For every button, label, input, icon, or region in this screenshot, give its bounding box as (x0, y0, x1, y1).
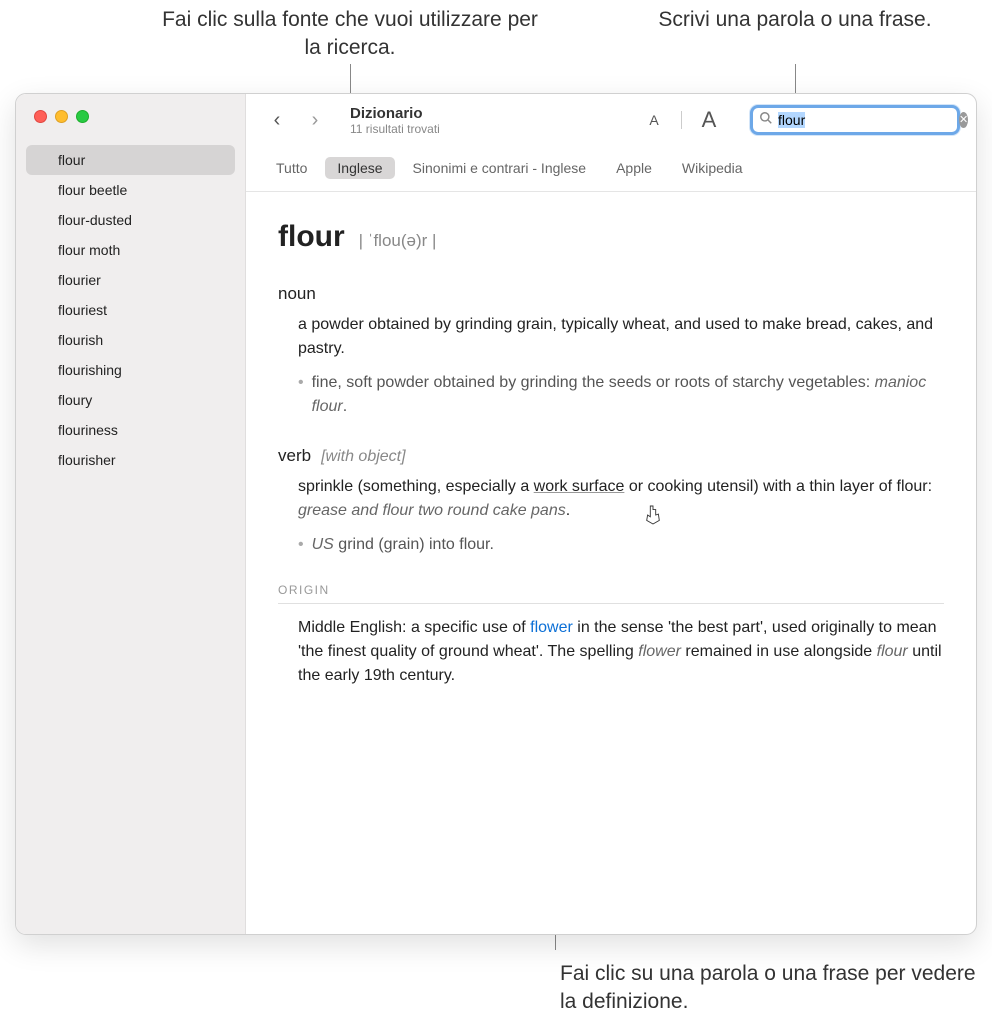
sidebar-item-result[interactable]: flour (26, 145, 235, 175)
verb-definition-block: sprinkle (something, especially a work s… (278, 475, 944, 557)
origin-em2: flour (877, 643, 908, 660)
bullet-icon: • (298, 371, 304, 419)
source-tabs: Tutto Inglese Sinonimi e contrari - Ingl… (246, 147, 976, 192)
bullet-icon: • (298, 533, 304, 557)
callout-search: Scrivi una parola o una frase. (650, 6, 940, 34)
linked-word-work-surface[interactable]: work surface (534, 478, 625, 495)
period: . (566, 502, 570, 519)
sidebar-item-result[interactable]: flourier (16, 265, 245, 295)
tab-all[interactable]: Tutto (264, 157, 319, 179)
sidebar-item-result[interactable]: floury (16, 385, 245, 415)
verb-def-post: or cooking utensil) with a thin layer of… (624, 478, 932, 495)
search-icon (759, 111, 773, 130)
chevron-right-icon: › (312, 109, 319, 132)
toolbar: ‹ › Dizionario 11 risultati trovati A A (246, 94, 976, 147)
close-window-button[interactable] (34, 110, 47, 123)
noun-sub-text[interactable]: fine, soft powder obtained by grinding t… (312, 371, 944, 419)
tab-wikipedia[interactable]: Wikipedia (670, 157, 755, 179)
headword: flour (278, 214, 345, 259)
tab-apple[interactable]: Apple (604, 157, 664, 179)
origin-text[interactable]: Middle English: a specific use of flower… (278, 616, 944, 688)
window-title: Dizionario (350, 105, 440, 122)
origin-pre: Middle English: a specific use of (298, 619, 530, 636)
forward-button[interactable]: › (300, 105, 330, 135)
maximize-window-button[interactable] (76, 110, 89, 123)
definition-content: flour | ˈflou(ə)r | noun a powder obtain… (246, 192, 976, 934)
minimize-window-button[interactable] (55, 110, 68, 123)
origin-label: ORIGIN (278, 581, 944, 604)
callout-word: Fai clic su una parola o una frase per v… (560, 960, 980, 1017)
noun-sub-body: fine, soft powder obtained by grinding t… (312, 374, 871, 391)
sidebar-item-result[interactable]: flour beetle (16, 175, 245, 205)
pos-verb-note: [with object] (321, 445, 405, 469)
tab-thesaurus[interactable]: Sinonimi e contrari - Inglese (401, 157, 599, 179)
sidebar-item-result[interactable]: flouriest (16, 295, 245, 325)
verb-example: grease and flour two round cake pans (298, 502, 566, 519)
tab-english[interactable]: Inglese (325, 157, 394, 179)
noun-definition[interactable]: a powder obtained by grinding grain, typ… (298, 313, 944, 361)
pos-verb-row: verb [with object] (278, 443, 944, 469)
chevron-left-icon: ‹ (274, 109, 281, 132)
period: . (343, 398, 347, 415)
headword-row: flour | ˈflou(ə)r | (278, 214, 944, 259)
sidebar-item-result[interactable]: flour-dusted (16, 205, 245, 235)
search-input[interactable] (778, 112, 959, 128)
small-a-icon: A (649, 112, 658, 128)
window-controls (16, 94, 245, 135)
verb-sub-text[interactable]: US grind (grain) into flour. (312, 533, 494, 557)
x-icon: ✕ (959, 112, 968, 128)
verb-def-pre: sprinkle (something, especially a (298, 478, 534, 495)
pronunciation: | ˈflou(ə)r | (359, 228, 437, 254)
linked-word-flower[interactable]: flower (530, 619, 573, 636)
sidebar-item-result[interactable]: flour moth (16, 235, 245, 265)
results-list: flour flour beetle flour-dusted flour mo… (16, 135, 245, 475)
pos-verb-label: verb (278, 443, 311, 469)
noun-definition-block: a powder obtained by grinding grain, typ… (278, 313, 944, 419)
dictionary-window: flour flour beetle flour-dusted flour mo… (15, 93, 977, 935)
sidebar-item-result[interactable]: flourish (16, 325, 245, 355)
callout-source: Fai clic sulla fonte che vuoi utilizzare… (160, 6, 540, 63)
verb-sub-body: grind (grain) into flour. (338, 536, 494, 553)
noun-sub-definition: • fine, soft powder obtained by grinding… (298, 371, 944, 419)
pos-noun-label: noun (278, 281, 316, 307)
origin-em1: flower (638, 643, 681, 660)
verb-sub-definition: • US grind (grain) into flour. (298, 533, 944, 557)
window-subtitle: 11 risultati trovati (350, 122, 440, 136)
clear-search-button[interactable]: ✕ (959, 112, 968, 128)
decrease-font-button[interactable]: A (637, 105, 671, 135)
title-group: Dizionario 11 risultati trovati (350, 105, 440, 136)
main-area: ‹ › Dizionario 11 risultati trovati A A (246, 94, 976, 934)
region-us: US (312, 536, 334, 553)
large-a-icon: A (702, 107, 717, 133)
search-box[interactable]: ✕ (750, 105, 960, 135)
sidebar: flour flour beetle flour-dusted flour mo… (16, 94, 246, 934)
origin-mid2: remained in use alongside (681, 643, 877, 660)
verb-definition[interactable]: sprinkle (something, especially a work s… (298, 475, 944, 523)
pos-noun-row: noun (278, 281, 944, 307)
increase-font-button[interactable]: A (692, 105, 726, 135)
sidebar-item-result[interactable]: flouriness (16, 415, 245, 445)
sidebar-item-result[interactable]: flourishing (16, 355, 245, 385)
back-button[interactable]: ‹ (262, 105, 292, 135)
sidebar-item-result[interactable]: flourisher (16, 445, 245, 475)
toolbar-divider (681, 111, 682, 129)
